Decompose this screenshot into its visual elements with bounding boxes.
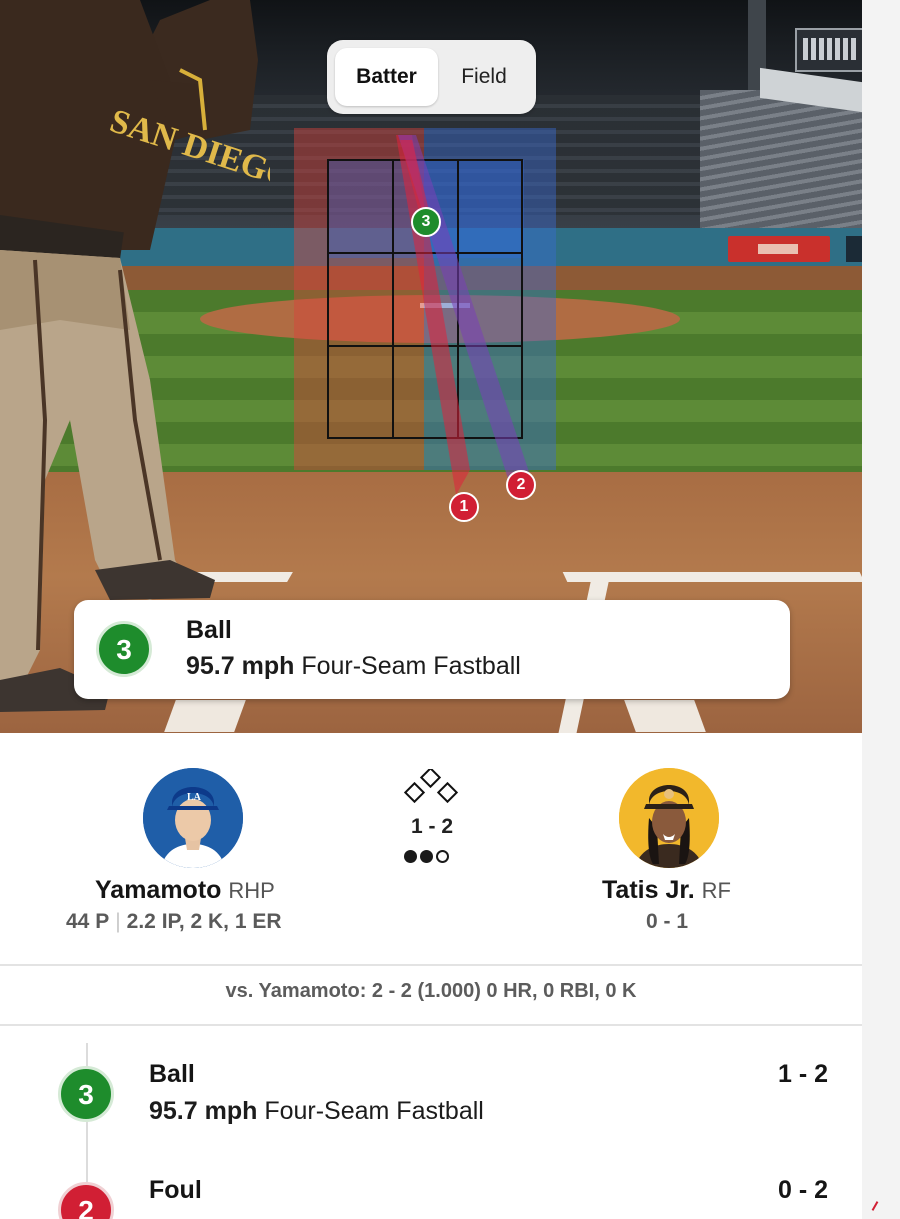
batter-vs-pitcher-line: vs. Yamamoto: 2 - 2 (1.000) 0 HR, 0 RBI,… (225, 980, 637, 1002)
pitch-number-badge: 3 (58, 1066, 114, 1122)
pitcher-stat-line: 44 P | 2.2 IP, 2 K, 1 ER (66, 910, 282, 934)
pitch-count-after: 1 - 2 (777, 1060, 828, 1088)
pitcher-position: RHP (228, 878, 275, 903)
pitch-speed: 95.7 mph (186, 652, 295, 680)
ball-strike-count: 1 - 2 (410, 815, 454, 838)
pitch-number-badge: 2 (58, 1182, 114, 1219)
pitch-result: Foul (149, 1176, 202, 1204)
stat-separator: | (115, 910, 121, 933)
pitch-marker-3[interactable]: 3 (411, 207, 441, 237)
divider (0, 1024, 862, 1026)
pitch-count-after: 0 - 2 (777, 1176, 828, 1204)
batter-name-line: Tatis Jr. RF (602, 876, 731, 905)
pitcher-name: Yamamoto (95, 876, 222, 904)
pitcher-game-line: 2.2 IP, 2 K, 1 ER (126, 910, 282, 933)
bases-diamond-icon (403, 769, 459, 804)
batter-game-line: 0 - 1 (646, 910, 689, 933)
pitch-type: Four-Seam Fastball (301, 652, 521, 680)
toggle-batter-button[interactable]: Batter (335, 48, 438, 106)
gamecast-screen: M SAN DIEGO (0, 0, 862, 1219)
current-pitch-card[interactable]: 3 Ball 95.7 mph Four-Seam Fastball (74, 600, 790, 699)
matchup-panel: LA Yamamoto RHP 44 P | 2.2 IP, 2 K, 1 ER 1… (0, 733, 862, 965)
pitch-result: Ball (149, 1060, 195, 1088)
pitch-detail: 95.7 mph Four-Seam Fastball (186, 652, 521, 681)
pitch-result: Ball (186, 616, 232, 644)
pitch-marker-1[interactable]: 1 (449, 492, 479, 522)
pitch-type: Four-Seam Fastball (264, 1097, 484, 1125)
pitcher-pitch-count: 44 P (66, 910, 110, 933)
pitch-number-badge: 3 (96, 621, 152, 677)
out-dot-filled (420, 850, 433, 863)
batter-name: Tatis Jr. (602, 876, 695, 904)
pitcher-name-line: Yamamoto RHP (95, 876, 275, 905)
pitch-speed: 95.7 mph (149, 1097, 258, 1125)
toggle-field-button[interactable]: Field (438, 48, 530, 106)
svg-text:LA: LA (187, 792, 202, 803)
batter-avatar[interactable] (619, 768, 719, 868)
out-dot-filled (404, 850, 417, 863)
pitch-detail: 95.7 mph Four-Seam Fastball (149, 1097, 484, 1126)
outs-indicator (404, 850, 452, 868)
page-margin (862, 0, 900, 1219)
view-toggle: Batter Field (327, 40, 536, 114)
batter-headshot (619, 768, 719, 868)
out-dot-empty (436, 850, 449, 863)
pitcher-headshot: LA (143, 768, 243, 868)
pitch-field-view: M SAN DIEGO (0, 0, 862, 733)
pitch-marker-2[interactable]: 2 (506, 470, 536, 500)
pitcher-avatar[interactable]: LA (143, 768, 243, 868)
batter-position: RF (701, 878, 731, 903)
divider (0, 964, 862, 966)
